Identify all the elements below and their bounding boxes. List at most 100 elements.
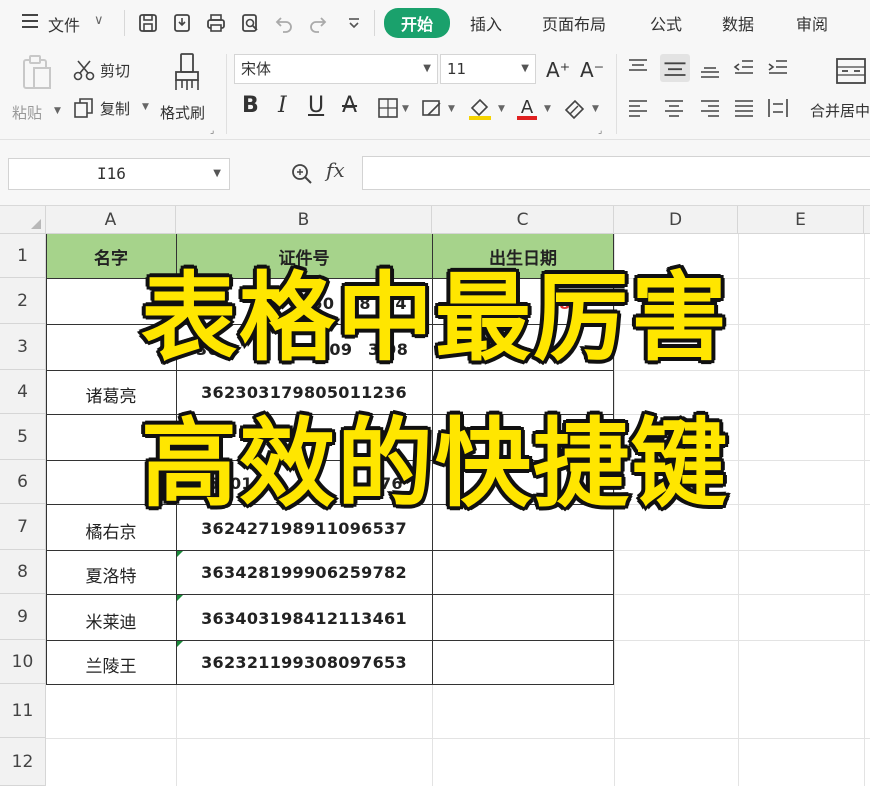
row-header-12[interactable]: 12 — [0, 738, 46, 786]
font-size-value: 11 — [447, 60, 467, 78]
divider — [374, 10, 375, 36]
cell-id[interactable]: 363428199906259782 — [176, 563, 432, 582]
format-painter-icon[interactable] — [170, 52, 204, 92]
column-header-c[interactable]: C — [432, 206, 614, 234]
fill-color-dropdown-icon[interactable]: ▼ — [498, 104, 505, 114]
print-preview-icon[interactable] — [238, 11, 262, 35]
paste-icon[interactable] — [20, 54, 54, 92]
align-bottom-icon[interactable] — [698, 56, 722, 80]
tab-home[interactable]: 开始 — [384, 8, 451, 38]
customize-toolbar-icon[interactable] — [342, 11, 366, 35]
increase-font-icon[interactable]: A⁺ — [546, 58, 570, 82]
tab-page-layout[interactable]: 页面布局 — [542, 11, 606, 35]
bold-icon[interactable]: B — [242, 94, 259, 118]
cell-id[interactable]: 362303179805011236 — [176, 383, 432, 402]
name-box[interactable]: I16 ▼ — [8, 158, 230, 190]
font-color-icon[interactable]: A — [514, 94, 540, 122]
file-menu[interactable]: 文件 — [48, 12, 80, 36]
chevron-down-icon[interactable]: ∨ — [94, 13, 104, 28]
chevron-down-icon[interactable]: ▼ — [521, 55, 529, 83]
table-border — [46, 684, 614, 685]
justify-icon[interactable] — [732, 96, 756, 120]
chevron-down-icon[interactable]: ▼ — [213, 159, 221, 189]
clear-dropdown-icon[interactable]: ▼ — [592, 104, 599, 114]
cell-id[interactable]: 362427198911096537 — [176, 519, 432, 538]
distributed-align-icon[interactable] — [766, 96, 790, 120]
cell-name[interactable]: 兰陵王 — [46, 652, 176, 677]
font-dialog-launcher-icon[interactable]: ⌟ — [598, 126, 602, 136]
increase-indent-icon[interactable] — [766, 56, 790, 80]
row-header-10[interactable]: 10 — [0, 640, 46, 684]
font-color-dropdown-icon[interactable]: ▼ — [544, 104, 551, 114]
cell-name[interactable]: 橘右京 — [46, 518, 176, 543]
insert-function-button[interactable]: fx — [326, 158, 345, 182]
font-size-select[interactable]: 11 ▼ — [440, 54, 536, 84]
row-header-11[interactable]: 11 — [0, 684, 46, 738]
cell-style-dropdown-icon[interactable]: ▼ — [448, 104, 455, 114]
formula-bar: I16 ▼ fx — [0, 140, 870, 206]
zoom-icon[interactable] — [290, 162, 314, 186]
fill-color-icon[interactable] — [466, 94, 494, 122]
column-header-f[interactable] — [864, 206, 870, 234]
column-header-d[interactable]: D — [614, 206, 738, 234]
cell-id[interactable]: 362321199308097653 — [176, 653, 432, 672]
save-icon[interactable] — [136, 11, 160, 35]
tab-insert[interactable]: 插入 — [470, 11, 502, 35]
number-as-text-indicator[interactable] — [177, 551, 183, 557]
italic-icon[interactable]: I — [278, 94, 287, 118]
eraser-icon[interactable] — [562, 96, 588, 120]
scissors-icon[interactable] — [72, 58, 96, 82]
align-middle-icon[interactable] — [660, 54, 690, 82]
export-pdf-icon[interactable] — [170, 11, 194, 35]
format-painter-button[interactable]: 格式刷 — [160, 102, 205, 123]
cell-name[interactable]: 诸葛亮 — [46, 382, 176, 407]
row-header-9[interactable]: 9 — [0, 594, 46, 640]
clipboard-dialog-launcher-icon[interactable]: ⌟ — [210, 126, 214, 136]
column-header-e[interactable]: E — [738, 206, 864, 234]
cell-name[interactable]: 夏洛特 — [46, 562, 176, 587]
chevron-down-icon[interactable]: ▼ — [423, 55, 431, 83]
cut-button[interactable]: 剪切 — [100, 60, 130, 81]
underline-icon[interactable]: U — [308, 94, 324, 118]
hamburger-menu-icon[interactable] — [22, 14, 38, 28]
decrease-font-icon[interactable]: A⁻ — [580, 58, 604, 82]
align-center-icon[interactable] — [662, 96, 686, 120]
font-name-select[interactable]: 宋体 ▼ — [234, 54, 438, 84]
column-header-a[interactable]: A — [46, 206, 176, 234]
gridline — [176, 684, 177, 786]
print-icon[interactable] — [204, 11, 228, 35]
row-header-8[interactable]: 8 — [0, 550, 46, 594]
strikethrough-icon[interactable]: A — [342, 94, 357, 118]
tab-review[interactable]: 审阅 — [796, 11, 828, 35]
undo-icon[interactable] — [272, 11, 296, 35]
cell-id[interactable]: 363403198412113461 — [176, 609, 432, 628]
font-name-value: 宋体 — [241, 60, 272, 78]
tab-formulas[interactable]: 公式 — [650, 11, 682, 35]
copy-icon[interactable] — [72, 96, 96, 120]
gridline — [46, 738, 870, 739]
tab-data[interactable]: 数据 — [722, 11, 754, 35]
copy-dropdown-icon[interactable]: ▼ — [142, 102, 149, 112]
align-left-icon[interactable] — [626, 96, 650, 120]
align-top-icon[interactable] — [626, 56, 650, 80]
cell-name[interactable]: 米莱迪 — [46, 608, 176, 633]
paste-button[interactable]: 粘贴 — [12, 102, 42, 123]
select-all-corner[interactable] — [0, 206, 46, 234]
formula-input[interactable] — [362, 156, 870, 190]
number-as-text-indicator[interactable] — [177, 595, 183, 601]
borders-dropdown-icon[interactable]: ▼ — [402, 104, 409, 114]
paste-dropdown-icon[interactable]: ▼ — [54, 106, 61, 116]
merge-center-icon[interactable] — [834, 54, 868, 88]
column-header-b[interactable]: B — [176, 206, 432, 234]
cell-style-icon[interactable] — [420, 96, 444, 120]
svg-text:A: A — [521, 97, 534, 118]
copy-button[interactable]: 复制 — [100, 98, 130, 119]
row-header-4[interactable]: 4 — [0, 370, 46, 414]
number-as-text-indicator[interactable] — [177, 641, 183, 647]
redo-icon[interactable] — [306, 11, 330, 35]
merge-center-button[interactable]: 合并居中 — [810, 100, 870, 121]
decrease-indent-icon[interactable] — [732, 56, 756, 80]
spreadsheet-grid: A B C D E 1 2 3 4 5 6 7 8 9 10 11 12 名字 … — [0, 206, 870, 786]
align-right-icon[interactable] — [698, 96, 722, 120]
borders-icon[interactable] — [376, 96, 400, 120]
